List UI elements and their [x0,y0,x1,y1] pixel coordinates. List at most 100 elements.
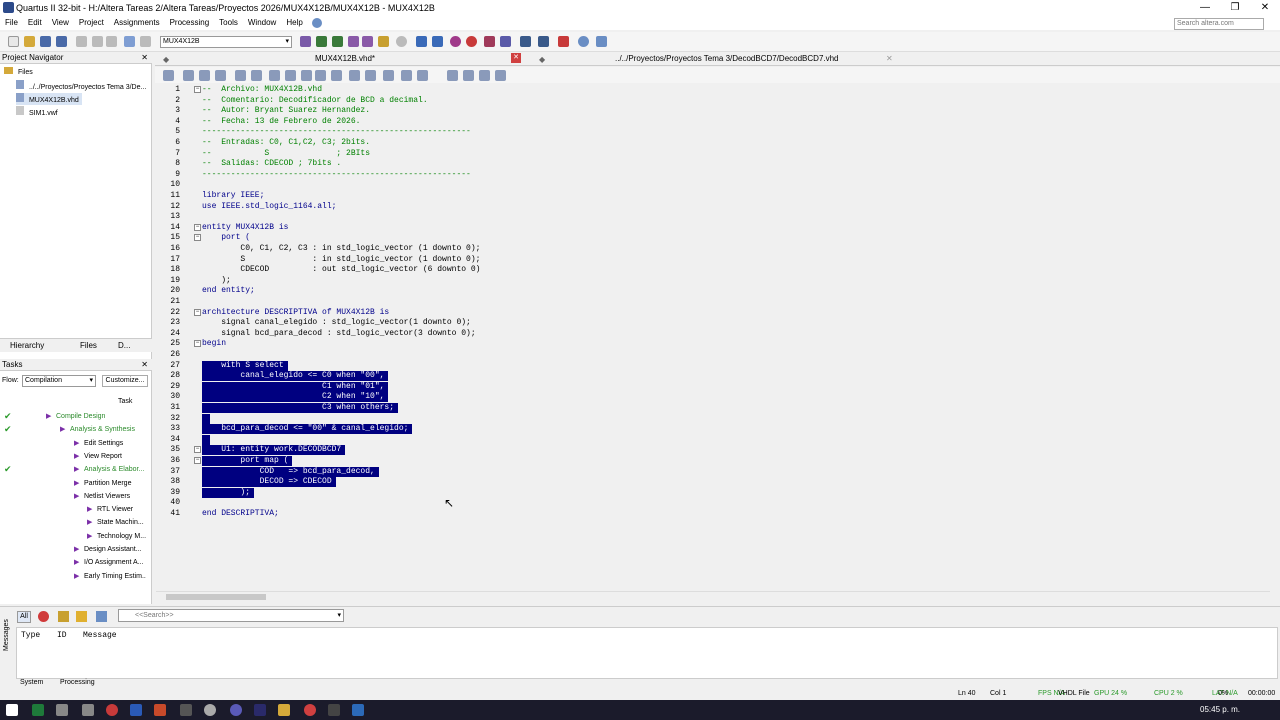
customize-button[interactable]: Customize... [102,375,148,387]
cut-icon[interactable] [76,36,87,47]
settings-icon[interactable] [348,36,359,47]
code-line[interactable]: signal bcd_para_decod : std_logic_vector… [202,329,475,339]
block-icon[interactable] [315,70,326,81]
code-line[interactable]: -- Autor: Bryant Suarez Hernandez. [202,106,370,116]
critical-warning-filter-icon[interactable] [58,611,69,622]
fold-toggle-icon[interactable]: − [194,446,201,454]
code-line[interactable]: S : in std_logic_vector (1 downto 0); [202,255,480,265]
task-item[interactable]: ▶ Technology M... [0,530,146,543]
analysis-icon[interactable] [362,36,373,47]
flow-select[interactable]: Compilation ▾ [22,375,96,387]
task-item[interactable]: ✔ ▶ Analysis & Synthesis [0,423,146,436]
fold-toggle-icon[interactable]: − [194,86,201,93]
code-line[interactable]: -- Fecha: 13 de Febrero de 2026. [202,117,360,127]
code-line[interactable]: -- Archivo: MUX4X12B.vhd [202,85,322,95]
tab-decodbcd7[interactable]: ../../Proyectos/Proyectos Tema 3/DecodBC… [615,54,839,63]
code-line[interactable]: ----------------------------------------… [202,127,471,137]
code-line[interactable]: ----------------------------------------… [202,170,471,180]
tab-mux4x12b[interactable]: MUX4X12B.vhd* [315,54,375,63]
code-line[interactable]: CDECOD : out std_logic_vector (6 downto … [202,265,480,275]
panel-close-icon[interactable]: ✕ [141,359,148,371]
file-item[interactable]: SIM1.vwf [16,106,58,118]
task-item[interactable]: ▶ Partition Merge [0,477,146,490]
menu-help[interactable]: Help [281,16,307,30]
calculator-icon[interactable] [180,704,192,716]
warning-filter-icon[interactable] [76,611,87,622]
file-item[interactable]: ../../Proyectos/Proyectos Tema 3/De... [16,80,146,92]
undo-icon[interactable] [124,36,135,47]
menu-edit[interactable]: Edit [23,16,47,30]
close-tab-icon[interactable]: ✕ [886,54,893,63]
filter-all-button[interactable]: All [17,611,31,623]
split-icon[interactable] [463,70,474,81]
comment-icon[interactable] [269,70,280,81]
code-line[interactable] [202,413,210,424]
code-line[interactable]: bcd_para_decod <= "00" & canal_elegido; [202,424,413,435]
copy-icon[interactable] [92,36,103,47]
wrap-icon[interactable] [365,70,376,81]
close-button[interactable]: ✕ [1250,0,1280,16]
window-icon[interactable] [479,70,490,81]
vertical-scrollbar[interactable] [1268,84,1278,589]
start-icon[interactable] [6,704,18,716]
open-icon[interactable] [24,36,35,47]
file-item[interactable]: MUX4X12B.vhd [16,93,82,105]
collapse-icon[interactable] [235,70,246,81]
quartus-taskbar-icon[interactable] [352,704,364,716]
app-icon[interactable] [328,704,340,716]
app-icon[interactable] [204,704,216,716]
help-icon[interactable] [312,17,322,28]
bracket-icon[interactable] [331,70,342,81]
start-compilation-icon[interactable] [416,36,427,47]
whitespace-icon[interactable] [417,70,428,81]
menu-file[interactable]: File [0,16,23,30]
insert-icon[interactable] [349,70,360,81]
record-icon[interactable] [106,704,118,716]
bookmark-icon[interactable] [215,70,226,81]
powerpoint-icon[interactable] [154,704,166,716]
app-icon[interactable] [230,704,242,716]
fold-toggle-icon[interactable]: − [194,223,201,231]
new-file-icon[interactable] [8,36,19,47]
sort-icon[interactable] [199,70,210,81]
code-line[interactable]: U1: entity work.DECODBCD7 [202,445,346,456]
chrome-icon[interactable] [304,704,316,716]
menu-processing[interactable]: Processing [165,16,215,30]
code-line[interactable]: end entity; [202,286,255,296]
horizontal-scrollbar[interactable] [156,591,1270,601]
code-line[interactable]: canal_elegido <= C0 when "00", [202,371,389,382]
code-line[interactable]: signal canal_elegido : std_logic_vector(… [202,318,471,328]
signaltap-icon[interactable] [538,36,549,47]
programmer-icon[interactable] [558,36,569,47]
message-search-input[interactable]: <<Search>> ▾ [118,609,344,622]
search-input[interactable]: Search altera.com [1174,18,1264,30]
app-icon[interactable] [56,704,68,716]
netlist-icon[interactable] [484,36,495,47]
code-line[interactable]: ); [202,276,231,286]
chip-planner-icon[interactable] [300,36,311,47]
code-line[interactable]: library IEEE; [202,191,264,201]
timer-icon[interactable] [466,36,477,47]
template-icon[interactable] [301,70,312,81]
explorer-icon[interactable] [278,704,290,716]
word-icon[interactable] [130,704,142,716]
code-line[interactable]: C2 when "10", [202,392,389,403]
task-item[interactable]: ▶ Edit Settings [0,437,146,450]
tab-design-units[interactable]: D... [118,341,130,350]
code-line[interactable]: -- Entradas: C0, C1,C2, C3; 2bits. [202,138,370,148]
power-icon[interactable] [520,36,531,47]
app-icon[interactable] [82,704,94,716]
stop-icon[interactable] [396,36,407,47]
code-line[interactable]: entity MUX4X12B is [202,223,288,233]
task-item[interactable]: ✔ ▶ Analysis & Elabor... [0,463,146,476]
code-line[interactable] [202,434,210,445]
task-item[interactable]: ▶ Design Assistant... [0,543,146,556]
tab-hierarchy[interactable]: Hierarchy [10,341,44,350]
error-filter-icon[interactable] [38,611,49,622]
close-tab-icon[interactable]: ✕ [511,53,521,63]
save-icon[interactable] [40,36,51,47]
uncomment-icon[interactable] [285,70,296,81]
maximize-button[interactable]: ❐ [1220,0,1250,16]
code-line[interactable]: with S select [202,360,288,371]
assignment-editor-icon[interactable] [332,36,343,47]
